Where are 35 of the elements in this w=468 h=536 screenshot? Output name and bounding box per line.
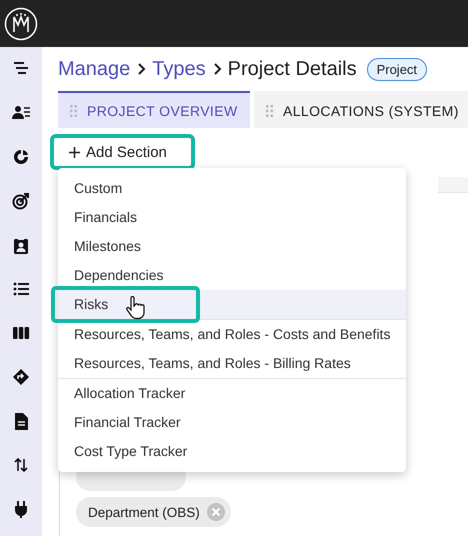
direction-sign-icon[interactable] — [12, 368, 30, 386]
menu-item[interactable]: Cost Type Tracker — [58, 437, 406, 466]
type-badge: Project — [366, 58, 428, 80]
tab[interactable]: ALLOCATIONS (SYSTEM) — [254, 91, 468, 128]
target-icon[interactable] — [12, 192, 30, 210]
breadcrumb-link[interactable]: Types — [152, 58, 206, 80]
add-section-button[interactable]: Add Section — [50, 134, 195, 170]
page-title: Project Details — [228, 58, 357, 80]
id-badge-icon[interactable] — [12, 236, 30, 254]
breadcrumb-link[interactable]: Manage — [58, 58, 130, 80]
tab[interactable]: PROJECT OVERVIEW — [58, 91, 250, 128]
chevron-right-icon — [212, 63, 222, 75]
document-icon[interactable] — [12, 412, 30, 430]
plus-icon — [69, 146, 80, 158]
drag-handle-icon[interactable] — [70, 104, 77, 116]
logo-icon[interactable] — [4, 6, 38, 40]
menu-item[interactable]: Dependencies — [58, 261, 406, 290]
menu-item[interactable]: Financial Tracker — [58, 408, 406, 437]
menu-item[interactable]: Resources, Teams, and Roles - Billing Rates — [58, 349, 406, 378]
columns-icon[interactable] — [12, 324, 30, 342]
drag-handle-icon[interactable] — [266, 104, 273, 116]
table-header — [438, 177, 468, 193]
progress-ring-icon[interactable] — [12, 148, 30, 166]
menu-item[interactable]: Financials — [58, 203, 406, 232]
hand-cursor-icon — [125, 296, 145, 320]
menu-item[interactable]: Milestones — [58, 232, 406, 261]
menu-item[interactable]: Resources, Teams, and Roles - Costs and Benefits — [58, 320, 406, 349]
plug-icon[interactable] — [12, 500, 30, 518]
menu-item[interactable]: Custom — [58, 174, 406, 203]
menu-item[interactable]: Allocation Tracker — [58, 379, 406, 408]
tag-chip: Department (OBS) — [76, 497, 231, 527]
sort-arrows-icon[interactable] — [12, 456, 30, 474]
list-icon[interactable] — [12, 280, 30, 298]
chevron-right-icon — [136, 63, 146, 75]
user-list-icon[interactable] — [12, 104, 30, 122]
